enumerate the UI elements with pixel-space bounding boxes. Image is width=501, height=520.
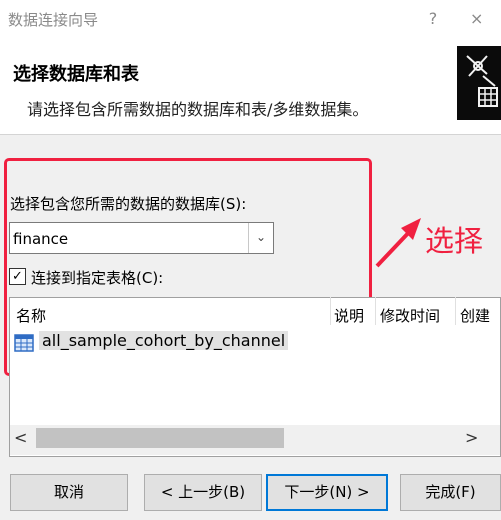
cancel-button[interactable]: 取消 bbox=[10, 474, 128, 511]
column-separator bbox=[455, 297, 456, 325]
page-subtitle: 请选择包含所需数据的数据库和表/多维数据集。 bbox=[27, 100, 369, 119]
column-header-description[interactable]: 说明 bbox=[334, 305, 364, 326]
connect-table-checkbox[interactable]: ✓ bbox=[9, 268, 26, 285]
annotation-arrow-icon bbox=[375, 218, 421, 268]
help-button[interactable]: ? bbox=[416, 6, 450, 32]
scroll-right-arrow-icon[interactable]: > bbox=[465, 428, 478, 447]
next-button[interactable]: 下一步(N) > bbox=[266, 474, 388, 511]
database-label: 选择包含您所需的数据的数据库(S): bbox=[10, 195, 247, 213]
finish-button[interactable]: 完成(F) bbox=[400, 474, 501, 511]
close-button[interactable]: × bbox=[470, 6, 501, 32]
chevron-down-icon[interactable]: ⌄ bbox=[248, 223, 273, 253]
annotation-label: 选择 bbox=[425, 224, 484, 258]
scrollbar-thumb[interactable] bbox=[36, 428, 284, 448]
window-title: 数据连接向导 bbox=[8, 11, 99, 29]
column-header-name[interactable]: 名称 bbox=[16, 305, 46, 326]
wizard-logo-icon bbox=[457, 46, 501, 120]
column-header-created[interactable]: 创建 bbox=[460, 305, 500, 326]
column-header-modified[interactable]: 修改时间 bbox=[380, 305, 440, 326]
database-select-value: finance bbox=[13, 230, 69, 248]
table-row-name[interactable]: all_sample_cohort_by_channel bbox=[39, 331, 289, 350]
wizard-header bbox=[0, 38, 501, 135]
connect-table-label[interactable]: 连接到指定表格(C): bbox=[31, 267, 163, 288]
page-title: 选择数据库和表 bbox=[13, 64, 139, 85]
column-separator bbox=[375, 297, 376, 325]
scroll-left-arrow-icon[interactable]: < bbox=[14, 428, 27, 447]
column-separator bbox=[330, 297, 331, 325]
back-button[interactable]: < 上一步(B) bbox=[144, 474, 262, 511]
table-icon bbox=[14, 334, 34, 352]
